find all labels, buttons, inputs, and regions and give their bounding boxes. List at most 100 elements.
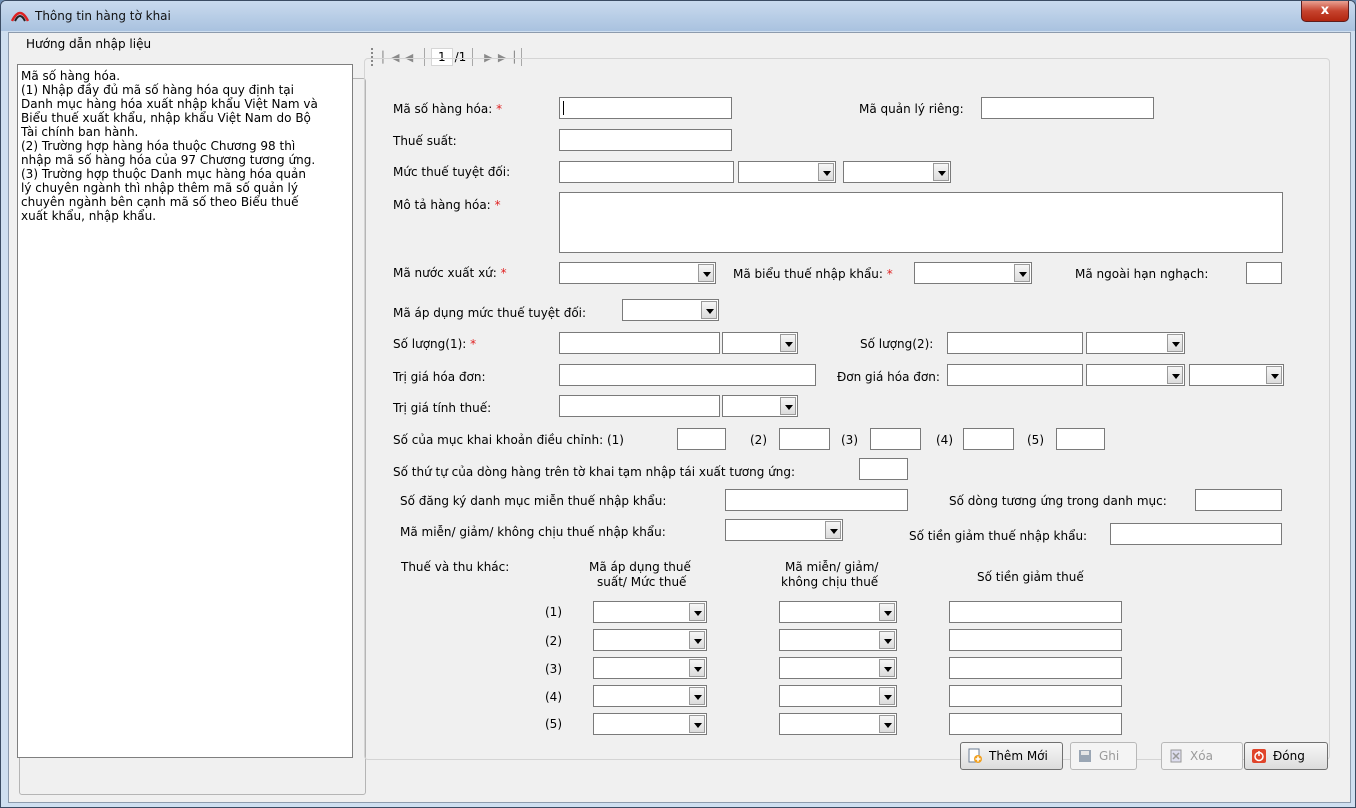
window-close-button[interactable]: x [1301, 1, 1349, 22]
save-button[interactable]: Ghi [1070, 742, 1137, 770]
so-thu-tu-dong-hang-label: Số thứ tự của dòng hàng trên tờ khai tạm… [393, 465, 795, 479]
row-label: (5) [545, 717, 562, 731]
chevron-down-icon[interactable] [689, 659, 705, 677]
muc-khai-3-input[interactable] [870, 428, 921, 450]
don-gia-currency-select[interactable] [1189, 364, 1284, 386]
muc-khai-1-input[interactable] [677, 428, 726, 450]
so-dang-ky-dm-label: Số đăng ký danh mục miễn thuế nhập khẩu: [400, 494, 667, 508]
chevron-down-icon[interactable] [879, 631, 895, 649]
ma-nuoc-xuat-xu-select[interactable] [559, 262, 716, 284]
chevron-down-icon[interactable] [879, 715, 895, 733]
tri-gia-currency-select[interactable] [722, 395, 798, 417]
thue-khac-1-mien-select[interactable] [779, 601, 897, 623]
ma-so-hang-hoa-input[interactable] [559, 97, 732, 119]
tri-gia-tinh-thue-input[interactable] [559, 395, 720, 417]
chevron-down-icon[interactable] [1167, 366, 1183, 384]
ma-ap-dung-mttd-select[interactable] [622, 299, 719, 321]
thue-khac-2-mien-select[interactable] [779, 629, 897, 651]
col-ma-ap-dung-header: Mã áp dụng thuế [589, 560, 691, 574]
main-window: Thông tin hàng tờ khai x ▏◀ ◀ 1 /1 ▶ ▶▕ … [0, 0, 1356, 808]
thue-khac-4-ma-select[interactable] [593, 685, 707, 707]
muc-khai-5-label: (5) [1027, 433, 1044, 447]
delete-button[interactable]: Xóa [1161, 742, 1243, 770]
don-gia-hoa-don-label: Đơn giá hóa đơn: [837, 370, 940, 384]
mo-ta-hang-hoa-textarea[interactable] [559, 192, 1283, 253]
close-button[interactable]: Đóng [1244, 742, 1328, 770]
ma-quan-ly-rieng-input[interactable] [981, 97, 1154, 119]
muc-thue-tuyet-doi-input[interactable] [559, 161, 734, 183]
chevron-down-icon[interactable] [1167, 334, 1183, 352]
chevron-down-icon[interactable] [818, 163, 834, 181]
chevron-down-icon[interactable] [933, 163, 949, 181]
guide-line: (1) Nhập đầy đủ mã số hàng hóa quy định … [21, 83, 294, 97]
so-tien-giam-input[interactable] [1110, 523, 1282, 545]
chevron-down-icon[interactable] [689, 715, 705, 733]
chevron-down-icon[interactable] [879, 659, 895, 677]
don-gia-hoa-don-input[interactable] [947, 364, 1083, 386]
chevron-down-icon[interactable] [689, 687, 705, 705]
thue-thu-khac-label: Thuế và thu khác: [401, 560, 510, 574]
thue-khac-5-mien-select[interactable] [779, 713, 897, 735]
muc-khai-4-input[interactable] [963, 428, 1014, 450]
chevron-down-icon[interactable] [780, 334, 796, 352]
add-new-label: Thêm Mới [989, 749, 1048, 763]
thue-khac-1-ma-select[interactable] [593, 601, 707, 623]
thue-suat-input[interactable] [559, 129, 732, 151]
so-dang-ky-dm-input[interactable] [725, 489, 908, 511]
so-luong-1-unit-select[interactable] [722, 332, 798, 354]
muc-thue-currency-select[interactable] [843, 161, 951, 183]
so-dong-tuong-ung-label: Số dòng tương ứng trong danh mục: [949, 494, 1167, 508]
chevron-down-icon[interactable] [689, 631, 705, 649]
thue-khac-2-tien-input[interactable] [949, 629, 1122, 651]
chevron-down-icon[interactable] [879, 603, 895, 621]
so-luong-1-input[interactable] [559, 332, 720, 354]
muc-khai-5-input[interactable] [1056, 428, 1105, 450]
thue-khac-4-tien-input[interactable] [949, 685, 1122, 707]
tri-gia-tinh-thue-label: Trị giá tính thuế: [393, 401, 492, 415]
don-gia-unit-select[interactable] [1086, 364, 1185, 386]
save-label: Ghi [1099, 749, 1120, 763]
delete-label: Xóa [1190, 749, 1213, 763]
ma-ngoai-han-ngach-input[interactable] [1246, 262, 1282, 284]
ma-nuoc-xuat-xu-label: Mã nước xuất xứ: * [393, 266, 507, 280]
row-label: (2) [545, 634, 562, 648]
chevron-down-icon[interactable] [879, 687, 895, 705]
col-mien-giam-header: Mã miễn/ giảm/ [785, 560, 879, 574]
so-thu-tu-dong-hang-input[interactable] [859, 458, 908, 480]
thue-khac-4-mien-select[interactable] [779, 685, 897, 707]
ma-so-hang-hoa-label: Mã số hàng hóa: * [393, 102, 503, 116]
add-new-button[interactable]: Thêm Mới [960, 742, 1063, 770]
ma-ngoai-han-ngach-label: Mã ngoài hạn nghạch: [1075, 267, 1209, 281]
so-dong-tuong-ung-input[interactable] [1195, 489, 1282, 511]
ma-bieu-thue-select[interactable] [914, 262, 1032, 284]
row-label: (4) [545, 690, 562, 704]
chevron-down-icon[interactable] [1014, 264, 1030, 282]
ma-quan-ly-rieng-label: Mã quản lý riêng: [859, 102, 964, 116]
guide-legend: Hướng dẫn nhập liệu [23, 37, 155, 51]
chevron-down-icon[interactable] [825, 521, 841, 539]
muc-khai-2-input[interactable] [779, 428, 830, 450]
guide-line: Danh mục hàng hóa xuất nhập khẩu Việt Na… [21, 97, 318, 111]
chevron-down-icon[interactable] [701, 301, 717, 319]
chevron-down-icon[interactable] [1266, 366, 1282, 384]
thue-khac-5-tien-input[interactable] [949, 713, 1122, 735]
thue-khac-3-ma-select[interactable] [593, 657, 707, 679]
thue-khac-3-mien-select[interactable] [779, 657, 897, 679]
so-luong-2-input[interactable] [947, 332, 1083, 354]
tri-gia-hoa-don-input[interactable] [559, 364, 816, 386]
thue-khac-2-ma-select[interactable] [593, 629, 707, 651]
so-luong-2-unit-select[interactable] [1086, 332, 1185, 354]
chevron-down-icon[interactable] [689, 603, 705, 621]
guide-line: (3) Trường hợp thuộc Danh mục hàng hóa q… [21, 167, 306, 181]
ma-mien-giam-select[interactable] [725, 519, 843, 541]
title-bar: Thông tin hàng tờ khai x [1, 1, 1355, 31]
muc-thue-unit-select[interactable] [738, 161, 836, 183]
chevron-down-icon[interactable] [780, 397, 796, 415]
delete-icon [1170, 749, 1182, 763]
thue-khac-3-tien-input[interactable] [949, 657, 1122, 679]
so-muc-khai-label: Số của mục khai khoản điều chỉnh: (1) [393, 433, 624, 447]
thue-khac-5-ma-select[interactable] [593, 713, 707, 735]
thue-khac-1-tien-input[interactable] [949, 601, 1122, 623]
chevron-down-icon[interactable] [698, 264, 714, 282]
muc-khai-3-label: (3) [841, 433, 858, 447]
